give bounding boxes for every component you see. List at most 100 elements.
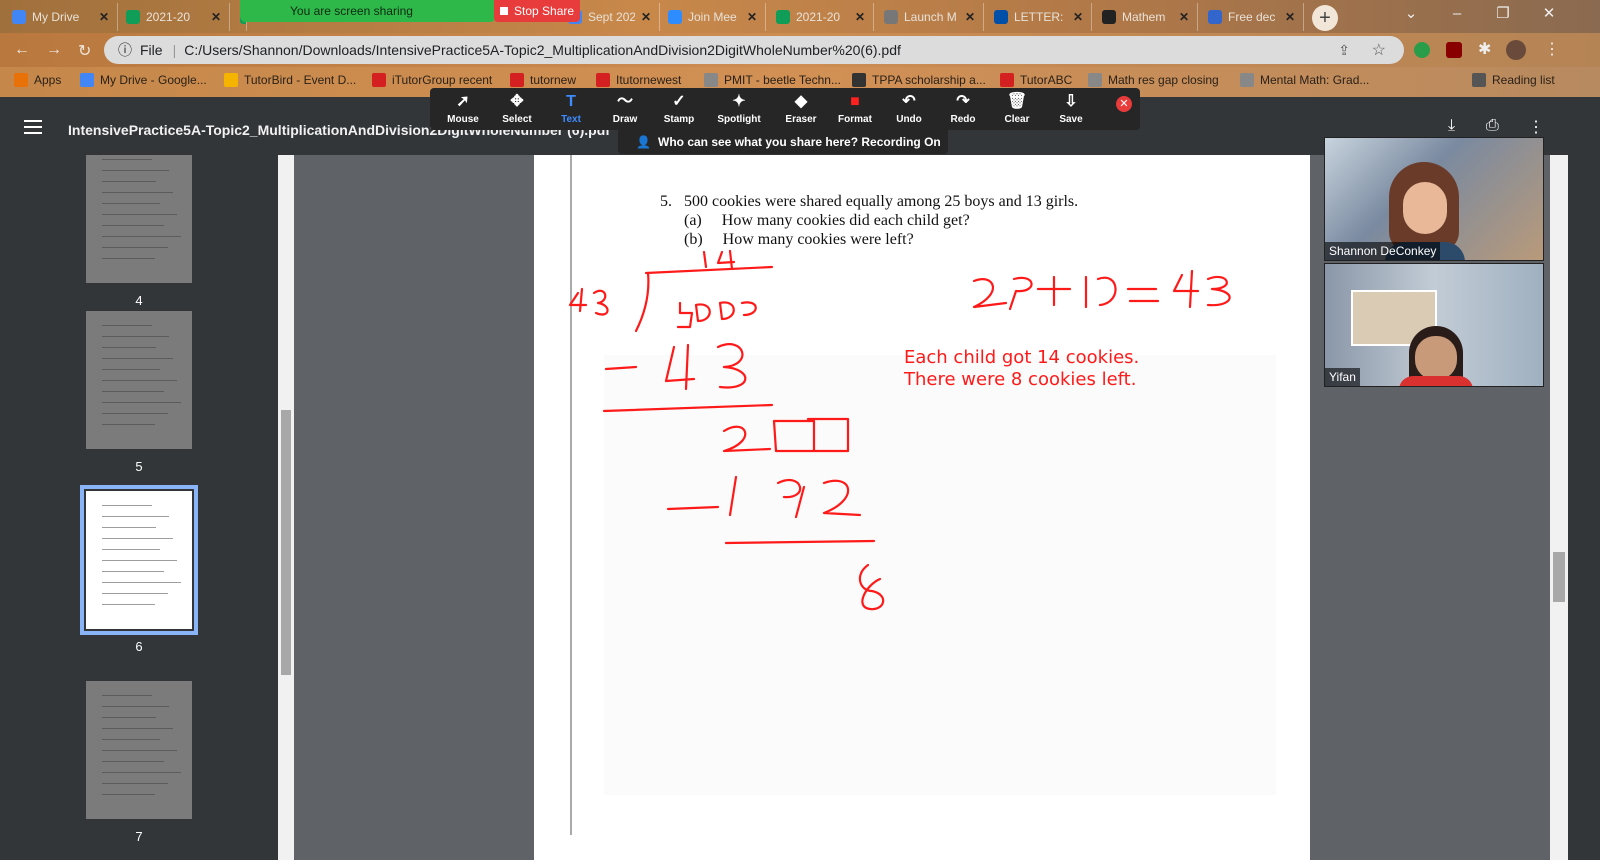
browser-menu-icon[interactable]: ⋮	[1544, 39, 1560, 59]
page-thumbnail[interactable]	[86, 155, 192, 283]
share-notice-text: Who can see what you share here? Recordi…	[658, 135, 941, 149]
annotation-tool-clear[interactable]: 🗑 Clear	[990, 92, 1044, 125]
bookmark-item[interactable]: Reading list	[1472, 73, 1555, 87]
page-number: 6	[135, 639, 143, 654]
more-options-icon[interactable]: ⋮	[1528, 117, 1544, 137]
close-tab-icon[interactable]: ✕	[639, 10, 653, 24]
bookmark-item[interactable]: iTutorGroup recent	[372, 73, 492, 87]
itutor-icon	[510, 73, 524, 87]
close-tab-icon[interactable]: ✕	[1177, 10, 1191, 24]
globe-icon	[884, 10, 898, 24]
ublock-icon[interactable]	[1446, 42, 1462, 58]
sidebar-scroll-thumb[interactable]	[281, 410, 291, 675]
share-visibility-notice[interactable]: 👤 Who can see what you share here? Recor…	[618, 130, 948, 154]
browser-tab[interactable]: Free dec ✕	[1202, 3, 1304, 31]
text-icon: T	[566, 93, 576, 110]
close-tab-icon[interactable]: ✕	[97, 10, 111, 24]
tab-title: Free dec	[1228, 10, 1276, 24]
close-annotation-icon[interactable]: ✕	[1116, 96, 1132, 112]
annotation-tool-text[interactable]: T Text	[544, 92, 598, 125]
annotation-tool-mouse[interactable]: ➚ Mouse	[436, 92, 490, 125]
bookmark-item[interactable]: TPPA scholarship a...	[852, 73, 986, 87]
viewer-scroll-thumb[interactable]	[1553, 552, 1565, 602]
annotation-tool-stamp[interactable]: ✓ Stamp	[652, 92, 706, 125]
close-tab-icon[interactable]: ✕	[209, 10, 223, 24]
close-tab-icon[interactable]: ✕	[1071, 10, 1085, 24]
tab-title: 2021-20	[146, 10, 191, 24]
bookmark-item[interactable]: TutorBird - Event D...	[224, 73, 356, 87]
annotation-tool-label: Undo	[896, 114, 922, 125]
page-thumbnail[interactable]	[80, 485, 198, 635]
info-icon[interactable]: ⓘ	[118, 40, 132, 60]
ink-remainder-8	[858, 563, 885, 611]
bookmark-label: My Drive - Google...	[100, 73, 207, 87]
stop-share-button[interactable]: Stop Share	[494, 0, 580, 22]
browser-tab[interactable]: 2021-20 ✕	[120, 3, 230, 31]
annotation-tool-label: Text	[561, 114, 581, 125]
browser-tab[interactable]: Launch M ✕	[878, 3, 984, 31]
puzzle-extensions-icon[interactable]: ✱	[1478, 39, 1491, 59]
annotation-tool-label: Eraser	[785, 114, 817, 125]
close-tab-icon[interactable]: ✕	[963, 10, 977, 24]
annotation-tool-spotlight[interactable]: ✦ Spotlight	[712, 92, 766, 125]
close-tab-icon[interactable]: ✕	[745, 10, 759, 24]
address-bar[interactable]: ⓘ File | C:/Users/Shannon/Downloads/Inte…	[104, 36, 1404, 64]
new-tab-button[interactable]: +	[1312, 5, 1338, 31]
profile-avatar[interactable]	[1506, 40, 1526, 60]
close-tab-icon[interactable]: ✕	[853, 10, 867, 24]
annotation-tool-save[interactable]: ⇩ Save	[1044, 92, 1098, 125]
reload-icon[interactable]: ↻	[78, 41, 91, 61]
bookmark-label: TutorBird - Event D...	[244, 73, 357, 87]
annotation-tool-select[interactable]: ✥ Select	[490, 92, 544, 125]
bookmark-item[interactable]: Apps	[14, 73, 61, 87]
stop-share-label: Stop Share	[514, 4, 575, 18]
print-icon[interactable]: ⎙	[1486, 117, 1499, 135]
bookmark-item[interactable]: My Drive - Google...	[80, 73, 207, 87]
menu-icon[interactable]	[24, 120, 42, 134]
bookmark-item[interactable]: TutorABC	[1000, 73, 1072, 87]
browser-tab[interactable]: Mathem ✕	[1096, 3, 1198, 31]
bookmark-item[interactable]: tutornew	[510, 73, 576, 87]
close-window-button[interactable]: ✕	[1526, 0, 1572, 30]
video-tile-student[interactable]: Yifan	[1324, 263, 1544, 387]
annotation-tool-draw[interactable]: 〜 Draw	[598, 92, 652, 125]
bookmark-label: Apps	[34, 73, 62, 87]
annotation-tool-eraser[interactable]: ◆ Eraser	[774, 92, 828, 125]
bookmark-item[interactable]: Itutornewest	[596, 73, 681, 87]
browser-tab[interactable]: 2021-20 ✕	[770, 3, 874, 31]
draw-icon: 〜	[616, 93, 633, 110]
video-tile-teacher[interactable]: Shannon DeConkey	[1324, 137, 1544, 261]
browser-tab[interactable]: My Drive ✕	[6, 3, 118, 31]
bookmark-label: iTutorGroup recent	[392, 73, 493, 87]
ink-divisor	[568, 287, 609, 316]
page-thumbnail[interactable]	[86, 681, 192, 819]
viewer-scrollbar[interactable]	[1550, 155, 1568, 860]
extension-icon[interactable]	[1414, 42, 1430, 58]
download-icon[interactable]: ⤓	[1448, 117, 1455, 135]
google-sheets-icon	[126, 10, 140, 24]
itutor-icon	[372, 73, 386, 87]
share-icon[interactable]: ⇪	[1338, 42, 1350, 59]
close-tab-icon[interactable]: ✕	[1283, 10, 1297, 24]
browser-tab[interactable]: Join Mee ✕	[662, 3, 766, 31]
page-thumbnail[interactable]	[86, 311, 192, 449]
bookmark-item[interactable]: PMIT - beetle Techn...	[704, 73, 841, 87]
ink-minus-192	[666, 475, 862, 519]
annotation-tool-redo[interactable]: ↷ Redo	[936, 92, 990, 125]
annotation-tool-undo[interactable]: ↶ Undo	[882, 92, 936, 125]
annotation-tool-format[interactable]: ■ Format	[828, 92, 882, 125]
screen-sharing-indicator[interactable]: You are screen sharing	[240, 0, 496, 22]
person-icon: 👤	[636, 135, 651, 149]
back-icon[interactable]: ←	[14, 41, 30, 59]
bookmark-item[interactable]: Math res gap closing	[1088, 73, 1219, 87]
bookmark-item[interactable]: Mental Math: Grad...	[1240, 73, 1369, 87]
tab-search-icon[interactable]: ⌄	[1388, 0, 1434, 30]
restore-button[interactable]: ❐	[1480, 0, 1526, 30]
forward-icon[interactable]: →	[46, 41, 62, 59]
bookmark-label: Itutornewest	[616, 73, 682, 87]
bookmark-star-icon[interactable]: ☆	[1372, 40, 1386, 60]
annotation-tool-label: Spotlight	[717, 114, 761, 125]
thumbnail-sidebar: 4 5 6 7	[0, 155, 278, 860]
browser-tab[interactable]: LETTER: ✕	[988, 3, 1092, 31]
minimize-button[interactable]: –	[1434, 0, 1480, 30]
